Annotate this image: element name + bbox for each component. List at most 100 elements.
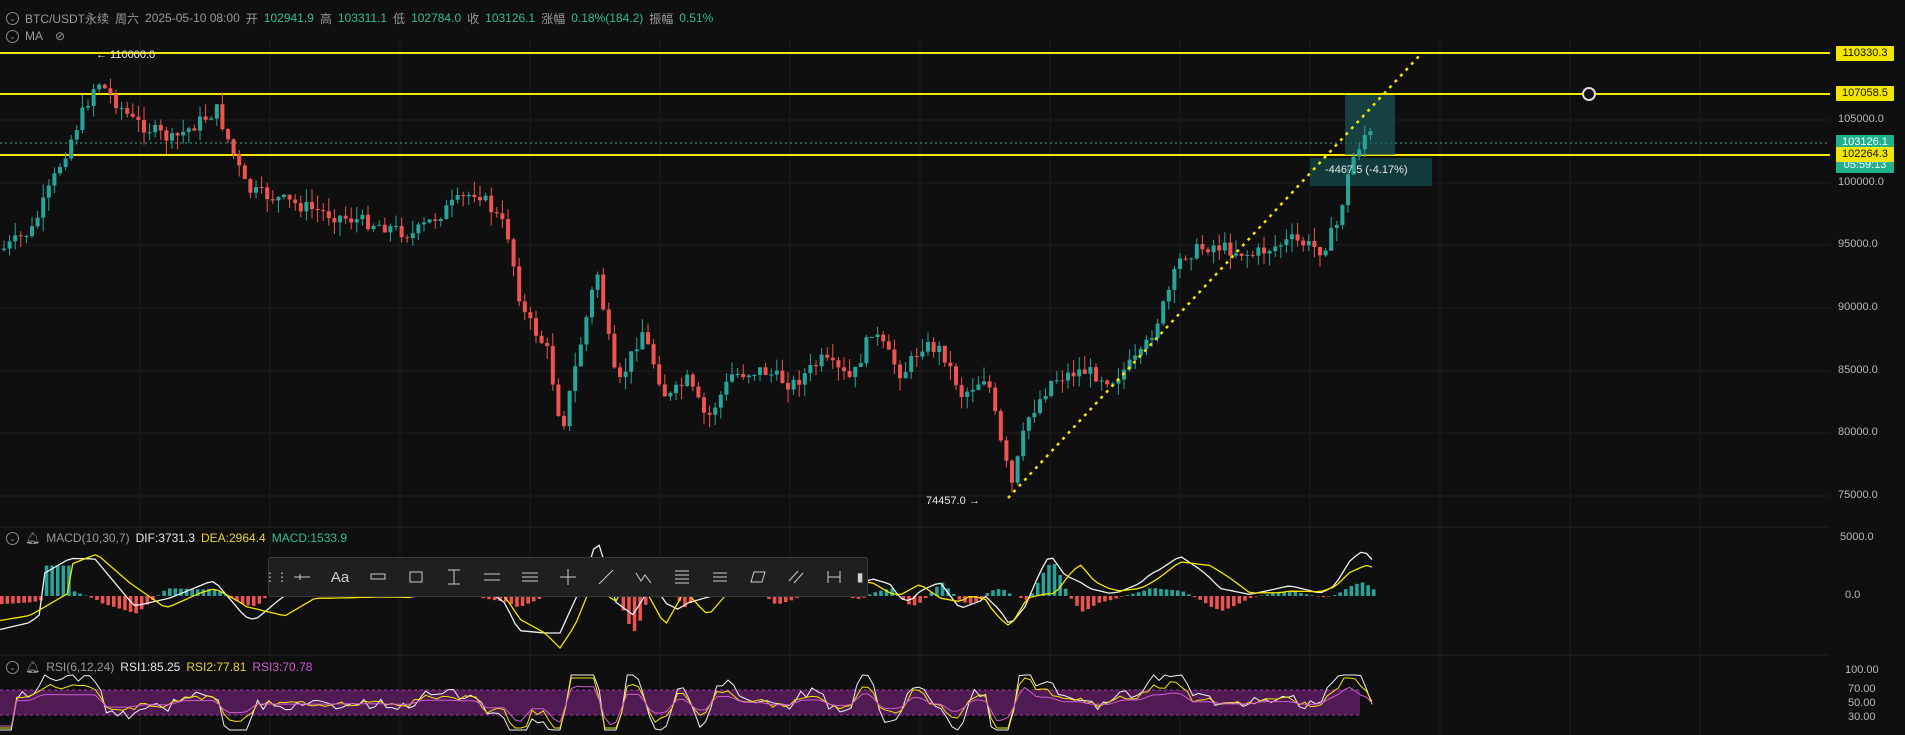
candle-body (472, 194, 477, 197)
ma-label[interactable]: MA (25, 29, 43, 43)
horizontal-line-icon[interactable] (473, 558, 511, 596)
macd-bar (95, 596, 99, 600)
candle-body (494, 212, 499, 214)
candle-body (405, 237, 410, 239)
chart-canvas[interactable] (0, 0, 1905, 735)
candle-body (550, 346, 555, 385)
fib-retracement-icon[interactable] (663, 558, 701, 596)
candle-body (170, 133, 174, 141)
candle-body (46, 185, 51, 198)
horizontal-ray-icon[interactable] (283, 558, 321, 596)
rsi-bell-icon[interactable]: 🔔︎ (25, 660, 40, 674)
candle-body (332, 218, 337, 223)
change-label: 涨幅 (541, 11, 566, 26)
candle-body (898, 364, 902, 379)
price-axis-label: 85000.0 (1838, 364, 1878, 376)
macd-bar (1064, 588, 1068, 596)
collapse-macd-icon[interactable]: ⌄ (6, 531, 19, 545)
symbol: BTC/USDT永续 (25, 11, 110, 26)
candle-body (1099, 380, 1104, 382)
rsi2: RSI2:77.81 (186, 660, 247, 674)
hide-eye-icon[interactable]: ⊘ (55, 29, 65, 43)
macd-bar (16, 596, 21, 604)
candle-body (97, 84, 102, 90)
macd-bar (952, 593, 956, 596)
candle-body (1043, 395, 1048, 400)
macd-bar (1008, 593, 1012, 596)
candle-body (1026, 417, 1031, 431)
candle-body (662, 384, 667, 397)
macd-bar (1226, 596, 1230, 609)
price-axis-label: 95000.0 (1838, 238, 1878, 250)
price-axis-label: 80000.0 (1838, 426, 1878, 438)
candle-body (1077, 369, 1082, 377)
parallelogram-icon[interactable] (739, 558, 777, 596)
macd-bar (1299, 593, 1303, 596)
price-axis-label: 90000.0 (1838, 301, 1878, 313)
macd-bell-icon[interactable]: 🔔︎ (25, 531, 40, 545)
candle-body (567, 390, 572, 427)
candle-body (1312, 241, 1317, 248)
amp-label: 振幅 (649, 11, 674, 26)
collapse-icon[interactable]: ⌄ (6, 11, 19, 25)
macd-label[interactable]: MACD(10,30,7) (46, 531, 129, 545)
more-handle-icon[interactable]: ▮ (853, 558, 867, 596)
candle-body (304, 202, 309, 212)
macd-bar (106, 596, 110, 606)
candle-body (886, 341, 891, 350)
candle-body (926, 341, 930, 352)
candle-body (287, 194, 292, 200)
parallel-lines-icon[interactable] (777, 558, 815, 596)
rsi-label[interactable]: RSI(6,12,24) (46, 660, 114, 674)
candle-body (466, 194, 471, 197)
drag-handle-icon[interactable]: ⋮⋮ (264, 558, 288, 596)
candle-body (388, 226, 393, 233)
candle-body (186, 128, 191, 132)
candle-body (511, 239, 516, 267)
macd-bar (128, 596, 133, 612)
candle-body (382, 224, 387, 233)
macd-bar (1092, 596, 1096, 606)
candle-body (758, 367, 762, 375)
macd-bar (1075, 596, 1079, 606)
date-range-icon[interactable] (815, 558, 853, 596)
candle-body (360, 214, 365, 220)
candle-body (752, 374, 757, 376)
candle-body (326, 211, 331, 219)
candle-body (1334, 224, 1339, 228)
macd-bar (1248, 596, 1253, 598)
price-label-icon[interactable] (359, 558, 397, 596)
collapse-rsi-icon[interactable]: ⌄ (6, 660, 19, 674)
rsi3: RSI3:70.78 (252, 660, 313, 674)
lines-icon[interactable] (701, 558, 739, 596)
candle-body (746, 375, 751, 378)
macd-bar (996, 589, 1001, 596)
candle-body (130, 113, 135, 117)
parallel-channel-icon[interactable] (511, 558, 549, 596)
candle-body (707, 412, 712, 415)
candle-body (119, 108, 124, 110)
text-icon[interactable]: Aa (321, 558, 359, 596)
rectangle-icon[interactable] (397, 558, 435, 596)
pattern-icon[interactable] (625, 558, 663, 596)
candle-body (937, 345, 942, 353)
weekday: 周六 (115, 11, 140, 26)
candle-body (590, 289, 594, 318)
candle-body (433, 219, 438, 221)
candle-body (1015, 456, 1020, 483)
candle-body (1217, 245, 1222, 251)
candle-body (175, 133, 180, 136)
trend-line (1007, 54, 1421, 499)
macd-bar (56, 565, 60, 596)
drawing-toolbar: ⋮⋮ Aa ▮ (264, 557, 868, 597)
candle-body (58, 167, 62, 174)
crosshair-icon[interactable] (549, 558, 587, 596)
macd-bar (1080, 596, 1085, 612)
low-value: 102784.0 (411, 11, 462, 25)
trend-line-icon[interactable] (587, 558, 625, 596)
vertical-measure-icon[interactable] (435, 558, 473, 596)
price-tag-line3: 102264.3 (1836, 147, 1894, 162)
candle-body (769, 374, 774, 376)
collapse-ma-icon[interactable]: ⌄ (6, 29, 19, 43)
ma-header: ⌄ MA ⊘ (6, 28, 65, 44)
